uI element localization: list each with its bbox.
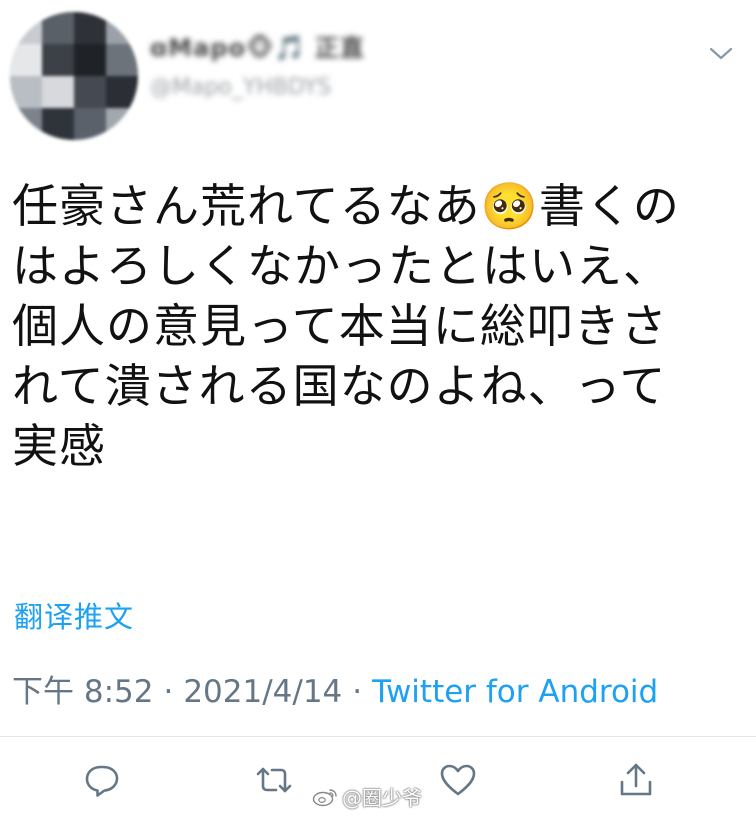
divider <box>0 736 756 737</box>
meta-separator: · <box>352 674 363 710</box>
tweet-meta: 下午 8:52 · 2021/4/14 · Twitter for Android <box>12 666 658 711</box>
user-handle[interactable]: @Mapo_YHBDYS <box>150 75 365 100</box>
user-name-block[interactable]: ɑMapo🐵🎵 正直 @Mapo_YHBDYS <box>150 28 365 100</box>
avatar[interactable] <box>10 12 138 140</box>
heart-icon[interactable] <box>436 758 480 802</box>
display-name[interactable]: ɑMapo🐵🎵 正直 <box>150 28 365 63</box>
chevron-down-icon[interactable] <box>708 44 734 62</box>
watermark: @圈少爷 <box>312 782 422 812</box>
tweet-time: 下午 8:52 <box>12 674 154 710</box>
tweet-card: ɑMapo🐵🎵 正直 @Mapo_YHBDYS 任豪さん荒れてるなあ🥺書くの は… <box>0 0 756 818</box>
tweet-date[interactable]: 2021/4/14 <box>183 674 342 710</box>
share-icon[interactable] <box>614 758 658 802</box>
watermark-text: @圈少爷 <box>342 786 422 810</box>
reply-icon[interactable] <box>80 758 124 802</box>
meta-separator: · <box>163 674 174 710</box>
tweet-text: 任豪さん荒れてるなあ🥺書くの はよろしくなかったとはいえ、 個人の意見って本当に… <box>12 179 680 473</box>
translate-tweet-link[interactable]: 翻译推文 <box>14 594 134 636</box>
tweet-source-link[interactable]: Twitter for Android <box>372 674 658 710</box>
retweet-icon[interactable] <box>252 758 296 802</box>
weibo-logo-icon <box>312 787 338 812</box>
